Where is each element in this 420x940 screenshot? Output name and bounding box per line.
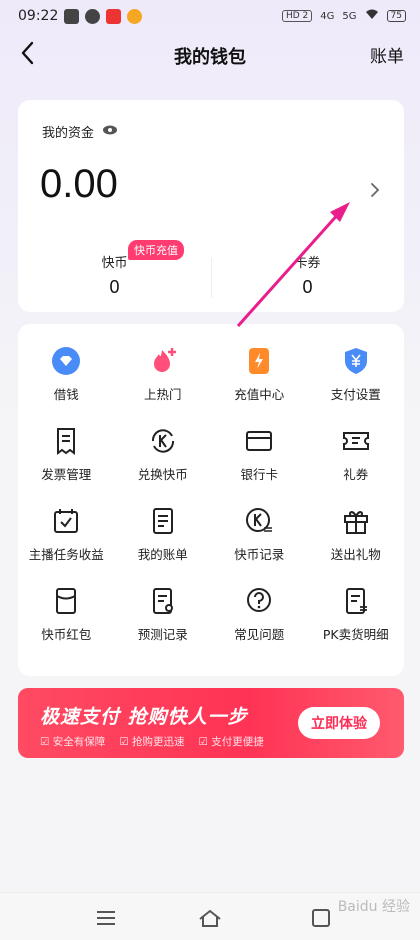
coupon-label: 卡券 — [294, 256, 321, 271]
banner-feature: 支付更便捷 — [199, 734, 264, 749]
funds-label-row: 我的资金 — [42, 122, 118, 141]
grid-item-label: PK卖货明细 — [322, 627, 389, 642]
try-now-button[interactable]: 立即体验 — [298, 707, 380, 739]
grid-item-label: 主播任务收益 — [28, 547, 104, 562]
flame-plus-icon — [148, 346, 178, 376]
grid-item-label: 充值中心 — [234, 387, 285, 402]
services-card: 借钱 上热门 充值中心 支付设置 发票管理 兑换快币 银行卡 礼券 主播任务收益… — [18, 324, 404, 676]
grid-item-recharge[interactable]: 充值中心 — [211, 346, 308, 402]
eye-icon[interactable] — [102, 124, 118, 140]
lightning-icon — [244, 346, 274, 376]
page-title: 我的钱包 — [174, 47, 246, 68]
grid-item-label: 常见问题 — [234, 627, 285, 642]
chevron-right-icon[interactable] — [368, 180, 382, 200]
funds-label: 我的资金 — [42, 126, 95, 141]
grid-item-label: 我的账单 — [137, 547, 188, 562]
question-icon — [244, 586, 274, 616]
banner-features: 安全有保障 抢购更迅速 支付更便捷 — [40, 734, 264, 749]
home-icon[interactable] — [197, 905, 223, 931]
status-right: HD 2 4G 5G 75 — [282, 9, 406, 23]
grid-item-label: 支付设置 — [330, 387, 381, 402]
nav-bar: 我的钱包 账单 — [0, 34, 420, 74]
signal-5g: 5G — [342, 10, 357, 22]
banner-feature: 抢购更迅速 — [119, 734, 185, 749]
grid-item-invoice[interactable]: 发票管理 — [18, 426, 115, 482]
grid-item-streamer-earnings[interactable]: 主播任务收益 — [18, 506, 115, 562]
pk-doc-icon — [341, 586, 371, 616]
banner-title: 极速支付 抢购快人一步 — [40, 706, 248, 728]
quick-pay-banner[interactable]: 极速支付 抢购快人一步 安全有保障 抢购更迅速 支付更便捷 立即体验 — [18, 688, 404, 758]
grid-item-exchange-kuaibi[interactable]: 兑换快币 — [115, 426, 212, 482]
status-bar: 09:22 HD 2 4G 5G 75 — [0, 0, 420, 34]
bill-link[interactable]: 账单 — [370, 42, 404, 67]
grid-item-label: 上热门 — [143, 387, 182, 402]
ticket-icon — [341, 426, 371, 456]
grid-item-label: 快币记录 — [234, 547, 285, 562]
coupon-balance[interactable]: 卡券 0 — [211, 252, 404, 298]
app-notification-icon — [106, 9, 121, 24]
grid-item-pk-sales[interactable]: PK卖货明细 — [308, 586, 405, 642]
grid-item-label: 快币红包 — [41, 627, 92, 642]
services-grid: 借钱 上热门 充值中心 支付设置 发票管理 兑换快币 银行卡 礼券 主播任务收益… — [18, 346, 404, 642]
grid-item-my-bill[interactable]: 我的账单 — [115, 506, 212, 562]
k-record-icon — [244, 506, 274, 536]
grid-item-bank-card[interactable]: 银行卡 — [211, 426, 308, 482]
grid-item-coupon[interactable]: 礼券 — [308, 426, 405, 482]
wifi-icon — [365, 9, 379, 23]
diamond-shield-icon — [51, 346, 81, 376]
funds-amount: 0.00 — [40, 162, 118, 206]
battery-indicator: 75 — [386, 10, 406, 22]
yen-shield-icon — [341, 346, 371, 376]
grid-item-label: 银行卡 — [240, 467, 278, 482]
wallet-card[interactable]: 我的资金 0.00 快币 0 快币充值 卡券 0 — [18, 100, 404, 312]
grid-item-label: 兑换快币 — [137, 467, 188, 482]
notification-icons — [64, 9, 142, 24]
red-packet-icon — [51, 586, 81, 616]
recharge-badge[interactable]: 快币充值 — [128, 240, 184, 260]
clock-icon — [85, 9, 100, 24]
gallery-icon — [64, 9, 79, 24]
grid-item-forecast-record[interactable]: 预测记录 — [115, 586, 212, 642]
coupon-value: 0 — [302, 277, 313, 297]
invoice-icon — [51, 426, 81, 456]
exchange-k-icon — [148, 426, 178, 456]
watermark: Baidu 经验 — [337, 899, 410, 915]
grid-item-label: 礼券 — [343, 467, 369, 482]
status-time: 09:22 — [18, 8, 59, 24]
grid-item-sent-gifts[interactable]: 送出礼物 — [308, 506, 405, 562]
grid-item-borrow[interactable]: 借钱 — [18, 346, 115, 402]
weibo-icon — [127, 9, 142, 24]
kuaibi-balance[interactable]: 快币 0 — [18, 252, 211, 298]
bill-icon — [148, 506, 178, 536]
grid-item-promote[interactable]: 上热门 — [115, 346, 212, 402]
calendar-check-icon — [51, 506, 81, 536]
grid-item-label: 预测记录 — [137, 627, 188, 642]
grid-item-faq[interactable]: 常见问题 — [211, 586, 308, 642]
hd-indicator: HD 2 — [282, 10, 313, 22]
banner-feature: 安全有保障 — [40, 734, 106, 749]
kuaibi-value: 0 — [109, 277, 120, 297]
gift-icon — [341, 506, 371, 536]
grid-item-payment-settings[interactable]: 支付设置 — [308, 346, 405, 402]
grid-item-label: 送出礼物 — [330, 547, 381, 562]
grid-item-red-packet[interactable]: 快币红包 — [18, 586, 115, 642]
forecast-doc-icon — [148, 586, 178, 616]
menu-icon[interactable] — [93, 905, 119, 931]
back-nav-icon[interactable] — [308, 905, 334, 931]
grid-item-label: 借钱 — [53, 387, 79, 402]
signal-4g: 4G — [320, 10, 335, 22]
grid-item-label: 发票管理 — [41, 467, 92, 482]
bank-card-icon — [244, 426, 274, 456]
grid-item-kuaibi-record[interactable]: 快币记录 — [211, 506, 308, 562]
